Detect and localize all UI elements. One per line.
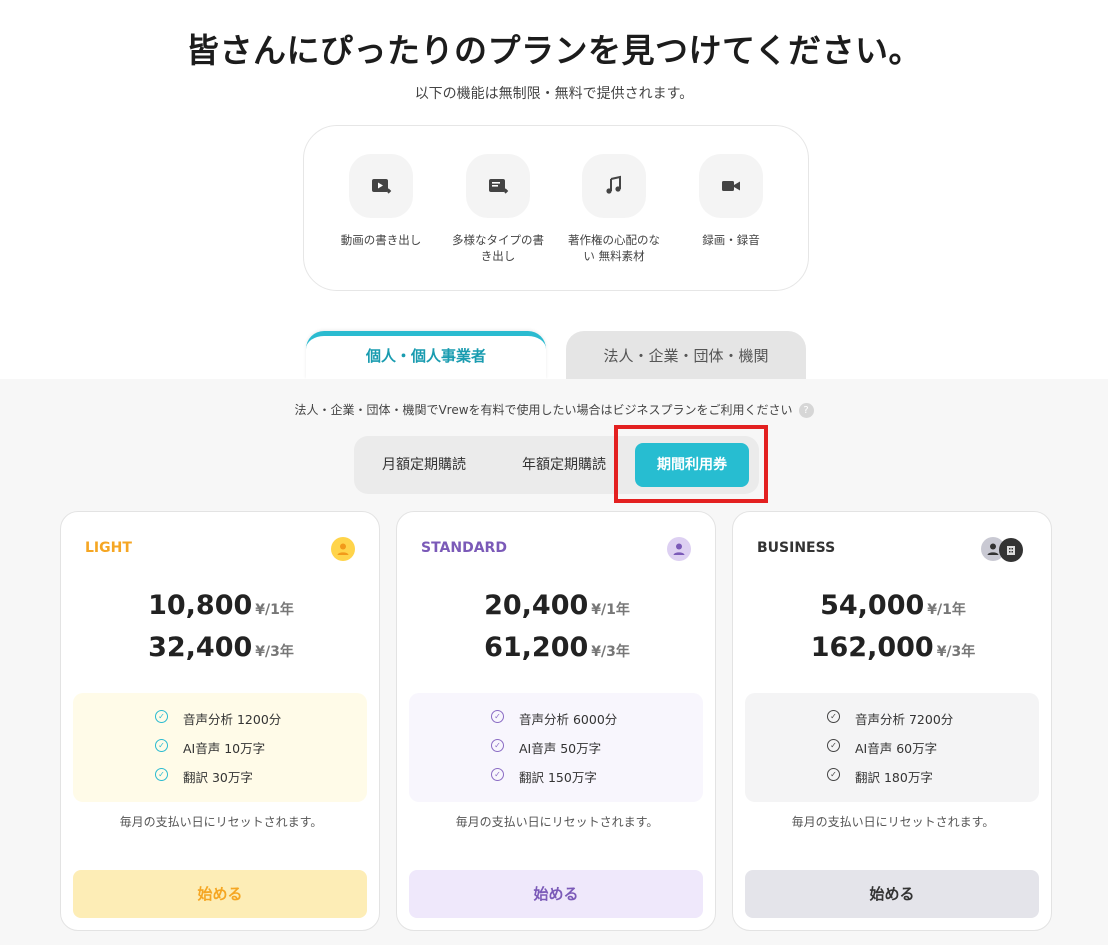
plan-name: LIGHT	[85, 540, 132, 556]
feature-video-export: 動画の書き出し	[331, 154, 431, 248]
start-button-standard[interactable]: 始める	[409, 870, 703, 918]
plans-panel: 法人・企業・団体・機関でVrewを有料で使用したい場合はビジネスプランをご利用く…	[0, 379, 1108, 945]
plan-prices: 10,800 ¥/1年 32,400 ¥/3年	[61, 590, 381, 674]
check-icon: ✓	[155, 768, 168, 781]
plan-icon	[331, 537, 355, 561]
document-export-icon	[466, 154, 530, 218]
price-3y: 61,200	[484, 632, 589, 663]
price-unit-1y: ¥/1年	[591, 602, 630, 618]
video-export-icon	[349, 154, 413, 218]
plan-prices: 20,400 ¥/1年 61,200 ¥/3年	[397, 590, 717, 674]
plan-feature: 音声分析 6000分	[519, 712, 618, 727]
free-features-box: 動画の書き出し 多様なタイプの書き出し 著作権の心配のない 無料素材 録画・録音	[303, 125, 809, 291]
check-icon: ✓	[827, 710, 840, 723]
plan-feature: 翻訳 30万字	[183, 770, 253, 785]
plan-prices: 54,000 ¥/1年 162,000 ¥/3年	[733, 590, 1053, 674]
period-yearly[interactable]: 年額定期購読	[494, 436, 634, 494]
page-title: 皆さんにぴったりのプランを見つけてください。	[185, 31, 922, 70]
feature-free-assets: 著作権の心配のない 無料素材	[564, 154, 664, 264]
plan-icon	[981, 537, 1023, 562]
price-1y: 20,400	[484, 590, 589, 621]
price-3y: 162,000	[810, 632, 934, 663]
feature-multi-export: 多様なタイプの書き出し	[448, 154, 548, 264]
plan-feature: AI音声 50万字	[519, 741, 602, 756]
help-icon[interactable]: ?	[798, 403, 814, 418]
reset-note: 毎月の支払い日にリセットされます。	[119, 815, 323, 829]
business-notice-text: 法人・企業・団体・機関でVrewを有料で使用したい場合はビジネスプランをご利用く…	[294, 403, 793, 417]
price-1y: 10,800	[148, 590, 253, 621]
feature-label: 録画・録音	[702, 233, 760, 247]
period-monthly[interactable]: 月額定期購読	[354, 436, 494, 494]
plan-feature: 音声分析 1200分	[183, 712, 282, 727]
plan-card-standard: STANDARD 20,400 ¥/1年 61,200 ¥/3年 ✓ 音声分析 600…	[396, 511, 716, 931]
plan-feature: AI音声 60万字	[855, 741, 938, 756]
tab-corporate[interactable]: 法人・企業・団体・機関	[566, 331, 806, 379]
price-1y: 54,000	[820, 590, 925, 621]
plan-card-business: BUSINESS 54,000 ¥/1年 162,000 ¥/3年 ✓ 音声分析 72…	[732, 511, 1052, 931]
highlight-box	[614, 425, 768, 503]
plan-feature: AI音声 10万字	[183, 741, 266, 756]
check-icon: ✓	[827, 768, 840, 781]
check-icon: ✓	[827, 739, 840, 752]
price-unit-3y: ¥/3年	[936, 644, 976, 660]
plan-name: STANDARD	[421, 540, 507, 556]
price-unit-1y: ¥/1年	[255, 602, 294, 618]
plan-icon	[667, 537, 691, 561]
plan-features: ✓ 音声分析 1200分 ✓ AI音声 10万字 ✓ 翻訳 30万字	[73, 693, 367, 802]
person-icon	[667, 537, 691, 561]
price-unit-3y: ¥/3年	[255, 644, 294, 660]
business-notice: 法人・企業・団体・機関でVrewを有料で使用したい場合はビジネスプランをご利用く…	[0, 401, 1108, 418]
start-button-business[interactable]: 始める	[745, 870, 1039, 918]
plan-card-light: LIGHT 10,800 ¥/1年 32,400 ¥/3年 ✓ 音声分析 1200分 …	[60, 511, 380, 931]
reset-note: 毎月の支払い日にリセットされます。	[455, 815, 659, 829]
person-icon	[331, 537, 355, 561]
reset-note: 毎月の支払い日にリセットされます。	[791, 815, 995, 829]
video-camera-icon	[699, 154, 763, 218]
feature-recording: 録画・録音	[681, 154, 781, 248]
price-unit-3y: ¥/3年	[591, 644, 630, 660]
feature-label: 著作権の心配のない 無料素材	[568, 233, 660, 263]
plan-feature: 音声分析 7200分	[855, 712, 954, 727]
check-icon: ✓	[491, 768, 504, 781]
plan-name: BUSINESS	[757, 540, 836, 556]
plan-features: ✓ 音声分析 6000分 ✓ AI音声 50万字 ✓ 翻訳 150万字	[409, 693, 703, 802]
building-icon	[999, 538, 1023, 562]
check-icon: ✓	[155, 739, 168, 752]
plan-feature: 翻訳 150万字	[519, 770, 597, 785]
plan-features: ✓ 音声分析 7200分 ✓ AI音声 60万字 ✓ 翻訳 180万字	[745, 693, 1039, 802]
customer-type-tabs: 個人・個人事業者 法人・企業・団体・機関	[0, 331, 1108, 379]
start-button-light[interactable]: 始める	[73, 870, 367, 918]
price-3y: 32,400	[148, 632, 253, 663]
feature-label: 動画の書き出し	[340, 233, 422, 247]
check-icon: ✓	[155, 710, 168, 723]
page-subtitle: 以下の機能は無制限・無料で提供されます。	[414, 86, 694, 102]
check-icon: ✓	[491, 710, 504, 723]
music-note-icon	[582, 154, 646, 218]
feature-label: 多様なタイプの書き出し	[452, 233, 544, 263]
plan-feature: 翻訳 180万字	[855, 770, 933, 785]
check-icon: ✓	[491, 739, 504, 752]
price-unit-1y: ¥/1年	[927, 602, 966, 618]
tab-personal[interactable]: 個人・個人事業者	[306, 331, 546, 379]
